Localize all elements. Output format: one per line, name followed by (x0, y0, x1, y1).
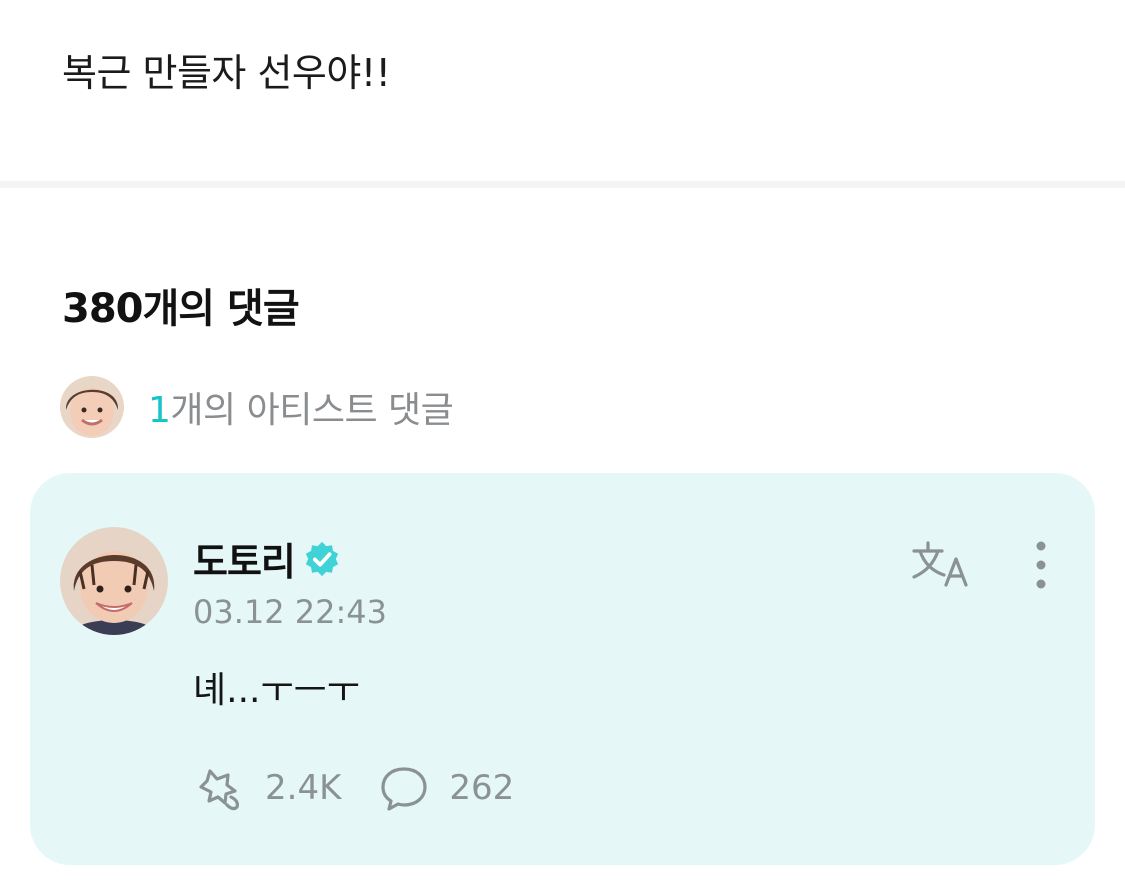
commenter-username[interactable]: 도토리 (193, 531, 296, 586)
reply-bubble-icon (381, 767, 427, 811)
artist-comment-card: 도토리 03.12 22:43 녜...ㅜㅡㅜ 2.4K 262 (30, 473, 1095, 865)
like-count: 2.4K (265, 768, 342, 808)
comment-text: 녜...ㅜㅡㅜ (193, 670, 360, 711)
artist-avatar (60, 376, 124, 438)
like-icon (199, 769, 239, 811)
like-button[interactable]: 2.4K (193, 761, 341, 815)
artist-comments-link[interactable]: 1개의 아티스트 댓글 (60, 376, 454, 438)
commenter-avatar[interactable] (60, 527, 168, 635)
artist-comment-label: 개의 아티스트 댓글 (170, 390, 454, 431)
reply-count: 262 (449, 768, 515, 808)
translate-icon[interactable] (910, 539, 972, 589)
artist-comment-count: 1 (148, 390, 171, 431)
section-divider (0, 181, 1125, 188)
comment-timestamp: 03.12 22:43 (193, 593, 387, 631)
post-text: 복근 만들자 선우야!! (62, 51, 391, 95)
comments-count-title: 380개의 댓글 (62, 286, 300, 332)
more-vertical-icon[interactable] (1026, 539, 1056, 593)
verified-badge-icon (305, 541, 339, 576)
reply-button[interactable]: 262 (377, 761, 514, 815)
